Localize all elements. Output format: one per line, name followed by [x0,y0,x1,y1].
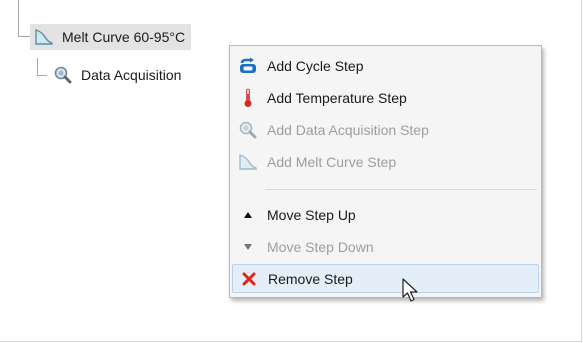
arrow-up-icon [237,204,259,226]
menu-item-label: Add Cycle Step [267,57,364,74]
menu-item-label: Add Temperature Step [267,89,407,106]
protocol-tree-panel: Melt Curve 60-95°C Data Acquisition Add … [0,0,582,342]
data-acquisition-icon [53,65,73,85]
menu-item-label: Add Data Acquisition Step [267,121,429,138]
thermometer-icon [237,87,259,109]
tree-connector [18,36,30,37]
menu-item-label: Move Step Down [267,238,374,255]
menu-separator [265,189,537,190]
menu-item-move-step-down[interactable]: Move Step Down [232,232,539,261]
tree-node-data-acquisition[interactable]: Data Acquisition [49,62,187,88]
cycle-icon [237,55,259,77]
menu-item-add-melt-curve-step[interactable]: Add Melt Curve Step [232,147,539,176]
tree-node-melt-curve[interactable]: Melt Curve 60-95°C [30,24,192,50]
tree-node-label: Melt Curve 60-95°C [62,29,186,45]
context-menu: Add Cycle Step Add Temperature Step Add … [229,45,542,298]
remove-x-icon [238,268,260,290]
tree-connector [37,75,47,76]
menu-item-move-step-up[interactable]: Move Step Up [232,200,539,229]
menu-item-add-temperature-step[interactable]: Add Temperature Step [232,83,539,112]
melt-curve-icon [237,151,259,173]
tree-node-label: Data Acquisition [81,67,182,83]
tree-connector [18,0,19,37]
data-acquisition-icon [237,119,259,141]
menu-item-remove-step[interactable]: Remove Step [232,264,539,293]
menu-item-add-cycle-step[interactable]: Add Cycle Step [232,51,539,80]
menu-item-label: Move Step Up [267,206,356,223]
melt-curve-icon [34,27,54,47]
tree-connector [37,58,38,76]
arrow-down-icon [237,236,259,258]
menu-item-label: Remove Step [268,270,353,287]
mouse-cursor-icon [401,278,421,307]
menu-item-label: Add Melt Curve Step [267,153,397,170]
menu-item-add-data-acquisition-step[interactable]: Add Data Acquisition Step [232,115,539,144]
